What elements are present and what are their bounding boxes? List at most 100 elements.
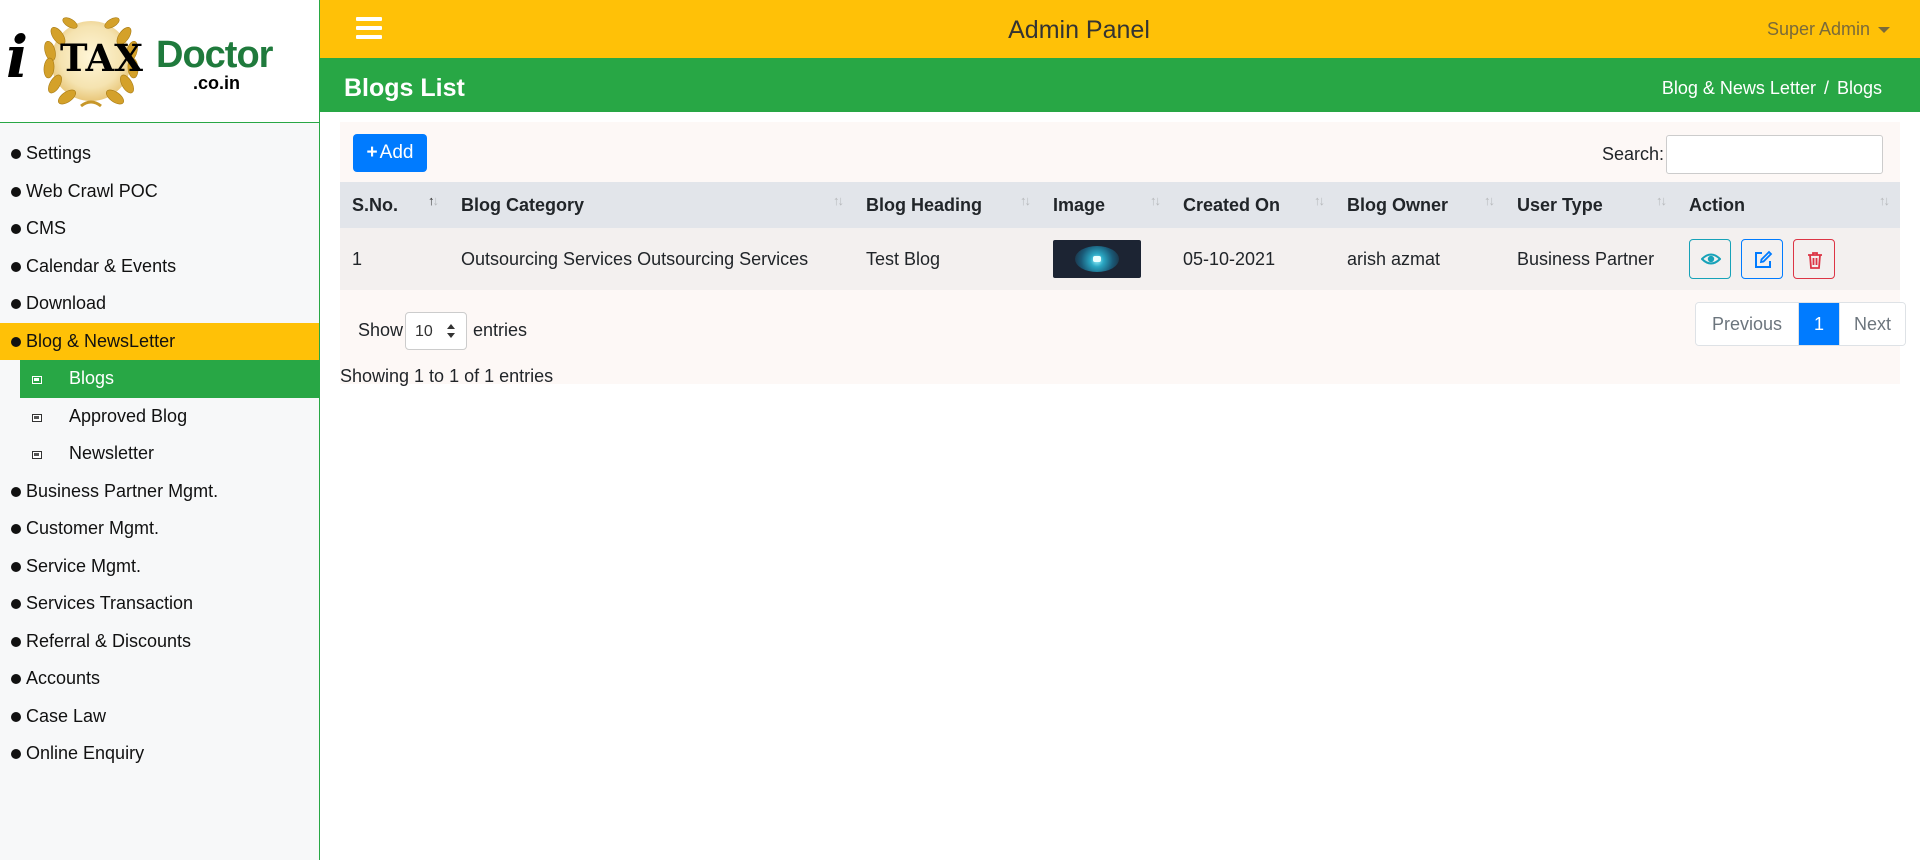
bullet-icon (11, 749, 21, 759)
table-row: 1 Outsourcing Services Outsourcing Servi… (340, 228, 1900, 290)
table-header-row: S.No. ↑↓ Blog Category ↑↓ Blog Heading ↑↓ I… (340, 182, 1900, 228)
sidebar-item-blog-newsletter[interactable]: Blog & NewsLetter (0, 322, 319, 360)
sidebar-subitem-label: Newsletter (69, 443, 155, 463)
bullet-icon (11, 261, 21, 272)
breadcrumb-link-blog-newsletter[interactable]: Blog & News Letter (1662, 78, 1816, 98)
column-header-created-on[interactable]: Created On ↑↓ (1171, 182, 1335, 228)
logo-doctor: Doctor (156, 34, 273, 76)
sidebar-item-download[interactable]: Download (0, 285, 319, 323)
sidebar-item-case-law[interactable]: Case Law (0, 698, 319, 736)
sort-icon: ↑↓ (1150, 193, 1161, 208)
column-header-image[interactable]: Image ↑↓ (1041, 182, 1171, 228)
sidebar-item-settings[interactable]: Settings (0, 135, 319, 173)
sidebar-item-label: Service Mgmt. (26, 555, 142, 576)
column-header-label: Action (1689, 194, 1745, 215)
sidebar-item-label: Calendar & Events (26, 255, 177, 276)
sort-icon: ↑↓ (833, 193, 844, 208)
column-header-label: Image (1053, 194, 1106, 215)
cell-image (1041, 228, 1171, 290)
select-arrows-icon (447, 324, 455, 338)
sidebar-subitem-newsletter[interactable]: Newsletter (20, 435, 319, 473)
page-title: Blogs List (344, 74, 465, 102)
sidebar-item-label: Business Partner Mgmt. (26, 480, 219, 501)
user-menu-dropdown[interactable]: Super Admin (1767, 19, 1890, 40)
sidebar-item-referral-discounts[interactable]: Referral & Discounts (0, 623, 319, 661)
sidebar-item-service[interactable]: Service Mgmt. (0, 548, 319, 586)
sidebar-item-web-crawl-poc[interactable]: Web Crawl POC (0, 173, 319, 211)
column-header-user-type[interactable]: User Type ↑↓ (1505, 182, 1677, 228)
sidebar-item-business-partner[interactable]: Business Partner Mgmt. (0, 473, 319, 511)
entries-per-page-select[interactable]: 10 (405, 312, 467, 350)
sidebar-item-label: Referral & Discounts (26, 630, 192, 651)
cell-action (1677, 228, 1900, 290)
column-header-blog-heading[interactable]: Blog Heading ↑↓ (854, 182, 1041, 228)
show-label: Show (358, 320, 404, 340)
sidebar-item-label: Settings (26, 143, 92, 163)
sidebar-item-label: Case Law (26, 705, 107, 726)
bullet-icon (11, 486, 21, 497)
top-bar: Admin Panel Super Admin (320, 0, 1920, 58)
column-header-blog-category[interactable]: Blog Category ↑↓ (449, 182, 854, 228)
page-header: Blogs List Blog & News Letter / Blogs (320, 58, 1920, 112)
sidebar-item-label: Online Enquiry (26, 743, 145, 763)
caret-down-icon (1878, 27, 1890, 34)
breadcrumb: Blog & News Letter / Blogs (1662, 78, 1882, 99)
pagination-next[interactable]: Next (1839, 303, 1906, 345)
bullet-icon (11, 561, 21, 572)
site-logo[interactable]: i TAX Doctor .co.in (0, 0, 319, 123)
column-header-blog-owner[interactable]: Blog Owner ↑↓ (1335, 182, 1505, 228)
sidebar: i TAX Doctor .co.in Settings Web Crawl P… (0, 0, 320, 860)
pagination-previous[interactable]: Previous (1696, 303, 1800, 345)
list-icon (32, 376, 42, 384)
delete-button[interactable] (1793, 239, 1836, 279)
sidebar-item-online-enquiry[interactable]: Online Enquiry (0, 735, 319, 773)
bullet-icon (11, 149, 21, 159)
column-header-label: Created On (1183, 194, 1281, 215)
column-header-label: Blog Owner (1347, 194, 1449, 215)
pagination-page-current[interactable]: 1 (1799, 303, 1840, 345)
sidebar-item-accounts[interactable]: Accounts (0, 660, 319, 698)
sidebar-item-services-transaction[interactable]: Services Transaction (0, 585, 319, 623)
bullet-icon (11, 299, 21, 309)
sort-icon: ↑↓ (1020, 193, 1031, 208)
column-header-action[interactable]: Action ↑↓ (1677, 182, 1900, 228)
search-input[interactable] (1666, 135, 1883, 174)
sort-asc-icon: ↑↓ (428, 193, 439, 208)
sidebar-subitem-blogs[interactable]: Blogs (20, 360, 319, 398)
breadcrumb-separator: / (1823, 78, 1829, 98)
blog-thumbnail-image[interactable] (1053, 240, 1141, 278)
column-header-label: Blog Category (461, 194, 585, 215)
bullet-icon (11, 336, 21, 347)
search-label: Search: (1602, 144, 1665, 164)
user-name: Super Admin (1766, 19, 1870, 39)
sidebar-item-customer[interactable]: Customer Mgmt. (0, 510, 319, 548)
sidebar-item-cms[interactable]: CMS (0, 210, 319, 248)
table-info: Showing 1 to 1 of 1 entries (340, 366, 554, 386)
cell-blog-owner: arish azmat (1335, 228, 1505, 290)
plus-icon: + (366, 142, 378, 163)
add-button[interactable]: + Add (353, 134, 427, 172)
bullet-icon (11, 524, 21, 534)
sort-icon: ↑↓ (1656, 193, 1667, 208)
blogs-table-panel: + Add Search: S.No. ↑↓ Blog Category ↑↓ Blo… (340, 122, 1907, 386)
list-icon (32, 451, 42, 459)
column-header-sno[interactable]: S.No. ↑↓ (340, 182, 449, 228)
column-header-label: User Type (1517, 194, 1603, 215)
bullet-icon (11, 674, 21, 684)
logo-tax: TAX (60, 36, 143, 80)
edit-button[interactable] (1741, 239, 1784, 279)
sidebar-item-calendar-events[interactable]: Calendar & Events (0, 248, 319, 286)
breadcrumb-current: Blogs (1836, 78, 1882, 98)
sidebar-item-label: Services Transaction (26, 593, 194, 613)
entries-label: entries (473, 320, 528, 340)
sidebar-item-label: Download (26, 293, 107, 313)
edit-icon (1755, 250, 1773, 268)
column-header-label: Blog Heading (866, 194, 982, 215)
logo-domain: .co.in (193, 73, 241, 93)
bullet-icon (11, 711, 21, 722)
pagination: Previous 1 Next (1695, 302, 1907, 346)
sidebar-subitem-approved-blog[interactable]: Approved Blog (20, 398, 319, 436)
cell-sno: 1 (340, 228, 449, 290)
sidebar-item-label: Accounts (26, 668, 101, 688)
view-button[interactable] (1689, 239, 1731, 279)
